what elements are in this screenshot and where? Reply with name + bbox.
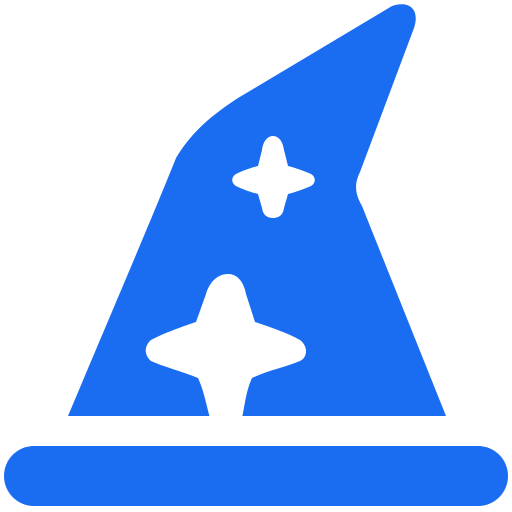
hat-cone-shape	[68, 4, 446, 416]
hat-brim-shape	[4, 446, 508, 506]
wizard-hat-icon	[4, 4, 508, 506]
icon-canvas	[0, 0, 512, 512]
